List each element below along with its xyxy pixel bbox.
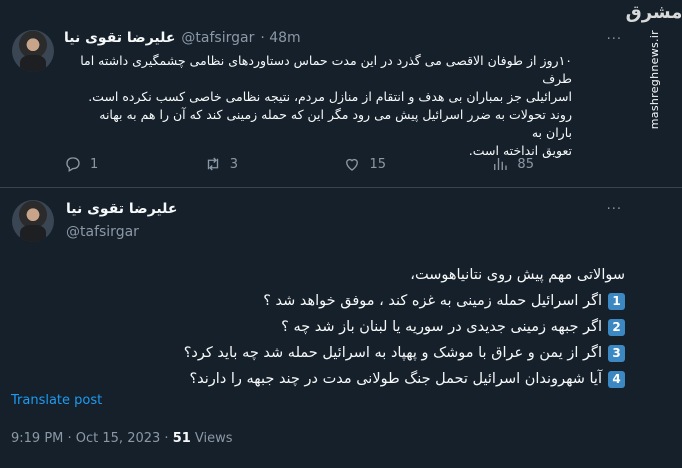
question-text: اگر جبهه زمینی جدیدی در سوریه یا لبنان ب… [281,319,602,335]
more-options-icon[interactable]: ··· [607,32,622,47]
avatar[interactable] [12,30,54,72]
translate-post-link[interactable]: Translate post [11,393,102,408]
like-button[interactable]: 15 [343,155,386,173]
question-text: آیا شهروندان اسرائیل تحمل جنگ طولانی مدت… [189,371,602,387]
tweet-text: ۱۰روز از طوفان الاقصی می گذرد در این مدت… [72,52,572,160]
question-item: 1 اگر اسرائیل حمله زمینی به غزه کند ، مو… [150,288,625,314]
more-options-icon[interactable]: ··· [607,202,622,217]
tweet-metadata: 9:19 PM · Oct 15, 2023 · 51 Views [11,431,233,446]
heart-icon [346,158,359,171]
user-handle[interactable]: @tafsirgar [181,30,254,46]
tweet-intro: سوالاتی مهم پیش روی نتانیاهوست، [410,267,625,283]
tweet-header: علیرضا تقوی نیا @tafsirgar · 48m [64,30,301,46]
display-name[interactable]: علیرضا تقوی نیا [64,30,175,46]
keycap-4-icon: 4 [608,370,625,388]
relative-time[interactable]: · 48m [260,30,300,46]
retweet-button[interactable]: 3 [204,155,238,173]
watermark-url: mashreghnews.ir [647,30,661,130]
views-count: 51 [172,431,191,446]
views-button[interactable]: 85 [491,155,534,173]
bar-chart-icon [494,158,508,170]
question-item: 2 اگر جبهه زمینی جدیدی در سوریه یا لبنان… [150,314,625,340]
keycap-2-icon: 2 [608,318,625,336]
question-text: اگر از یمن و عراق با موشک و پهپاد به اسر… [183,345,602,361]
view-count: 85 [517,156,534,172]
keycap-3-icon: 3 [608,344,625,362]
question-text: اگر اسرائیل حمله زمینی به غزه کند ، موفق… [263,293,602,309]
like-count: 15 [369,156,386,172]
action-bar: 1 3 15 85 [64,155,534,173]
question-item: 3 اگر از یمن و عراق با موشک و پهپاد به ا… [150,340,625,366]
tweet-text-line: ۱۰روز از طوفان الاقصی می گذرد در این مدت… [80,53,572,86]
tweet-text: سوالاتی مهم پیش روی نتانیاهوست، 1 اگر اس… [150,262,625,392]
keycap-1-icon: 1 [608,292,625,310]
tweet-text-line: روند تحولات به ضرر اسرائیل پیش می رود مگ… [99,107,572,140]
watermark: مشرق mashreghnews.ir [626,2,682,130]
views-label: Views [190,431,233,446]
tweet-reply[interactable]: علیرضا تقوی نیا @tafsirgar · 48m ··· ۱۰ر… [0,0,682,188]
display-name[interactable]: علیرضا تقوی نیا [66,201,177,217]
user-handle[interactable]: @tafsirgar [66,224,139,240]
reply-count: 1 [90,156,99,172]
reply-icon [66,157,80,172]
watermark-logo: مشرق [625,2,682,23]
timestamp[interactable]: 9:19 PM · Oct 15, 2023 · [11,431,173,446]
reply-button[interactable]: 1 [64,155,98,173]
retweet-count: 3 [229,156,238,172]
retweet-icon [207,157,218,171]
avatar[interactable] [12,200,54,242]
tweet-text-line: اسرائیلی جز بمباران بی هدف و انتقام از م… [88,89,572,104]
question-item: 4 آیا شهروندان اسرائیل تحمل جنگ طولانی م… [150,366,625,392]
